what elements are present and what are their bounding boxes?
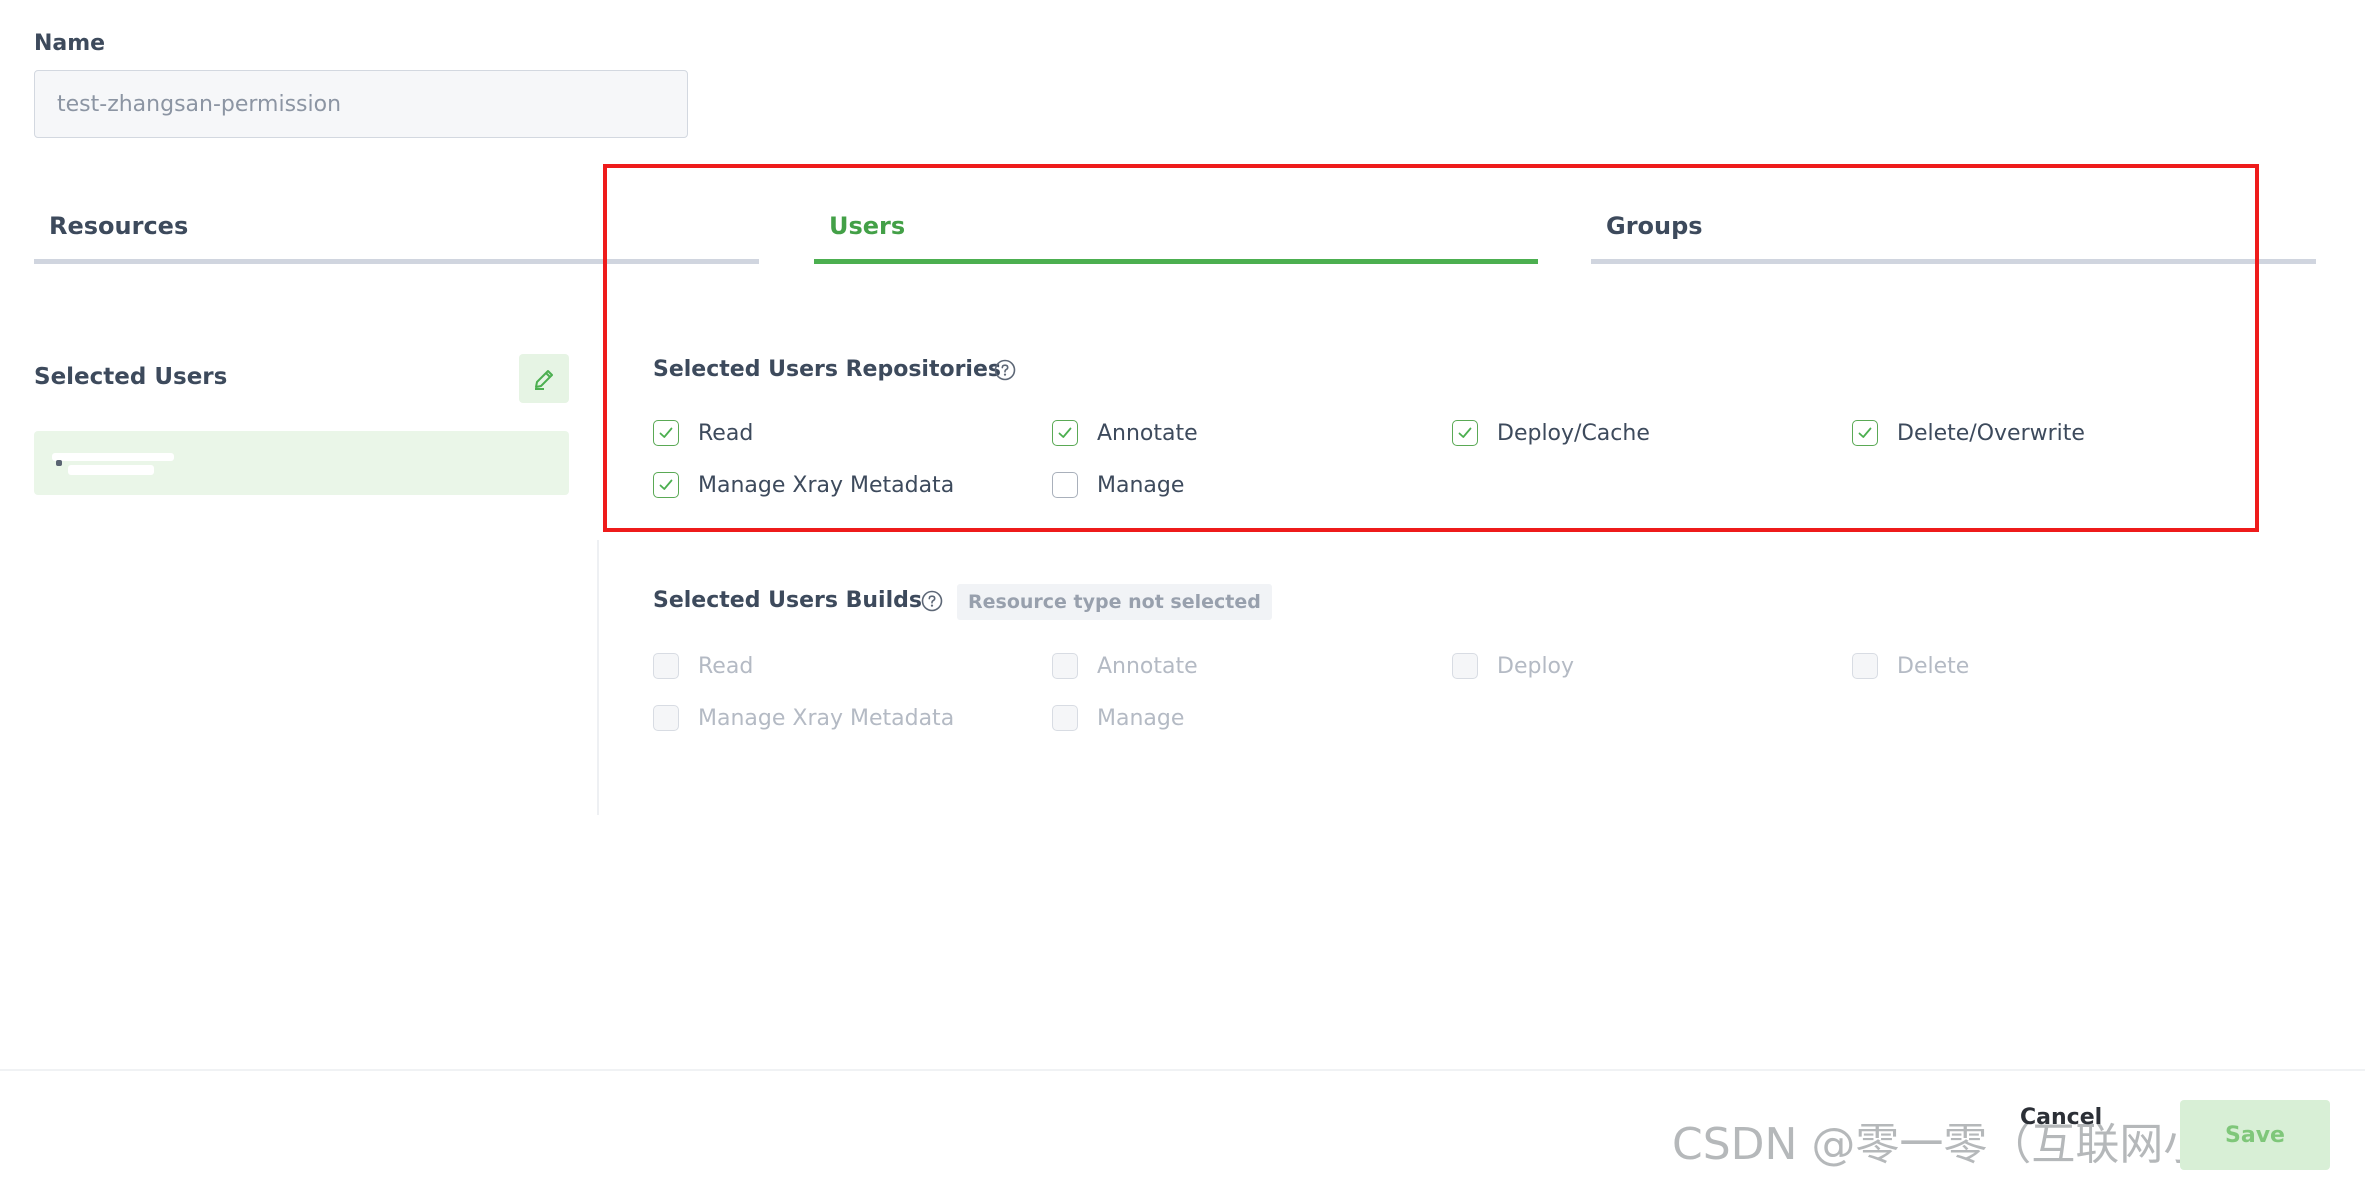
- checkbox-box: [1852, 653, 1878, 679]
- repo-permission-checkbox[interactable]: Manage: [1052, 472, 1184, 498]
- checkbox-box: [1052, 472, 1078, 498]
- tab-users-label: Users: [829, 212, 906, 240]
- tab-resources-label: Resources: [49, 212, 189, 240]
- edit-users-button[interactable]: [519, 354, 569, 403]
- tab-resources[interactable]: Resources: [34, 190, 759, 264]
- repo-permission-checkbox-label: Manage: [1097, 472, 1185, 498]
- tab-users[interactable]: Users: [814, 190, 1538, 264]
- build-permission-checkbox-label: Deploy: [1497, 653, 1575, 679]
- selected-users-title: Selected Users: [34, 364, 228, 390]
- repo-permission-checkbox[interactable]: Read: [653, 420, 753, 446]
- save-button[interactable]: Save: [2180, 1100, 2330, 1170]
- checkbox-box: [1452, 653, 1478, 679]
- repo-permission-checkbox[interactable]: Manage Xray Metadata: [653, 472, 954, 498]
- cancel-button[interactable]: Cancel: [2020, 1105, 2102, 1130]
- pencil-icon: [535, 369, 553, 390]
- repo-permission-checkbox[interactable]: Deploy/Cache: [1452, 420, 1650, 446]
- build-permission-checkbox-label: Delete: [1897, 653, 1970, 679]
- repo-permission-checkbox[interactable]: Delete/Overwrite: [1852, 420, 2085, 446]
- build-permission-checkbox: Manage: [1052, 705, 1184, 731]
- checkmark-icon: [1852, 420, 1878, 446]
- build-permission-checkbox-label: Annotate: [1097, 653, 1198, 679]
- checkbox-box: [1052, 705, 1078, 731]
- build-permission-checkbox: Read: [653, 653, 753, 679]
- repo-permission-checkbox-label: Annotate: [1097, 420, 1198, 446]
- redacted-user-name: [52, 453, 174, 461]
- vertical-divider: [597, 540, 599, 815]
- builds-title: Selected Users Builds: [653, 588, 922, 613]
- checkmark-icon: [1052, 420, 1078, 446]
- redacted-mark: [56, 460, 62, 466]
- checkbox-box: [653, 653, 679, 679]
- build-permission-checkbox-label: Manage Xray Metadata: [698, 705, 955, 731]
- repositories-title: Selected Users Repositories: [653, 357, 1001, 382]
- repo-permission-checkbox-label: Read: [698, 420, 754, 446]
- name-label: Name: [34, 31, 106, 56]
- repo-permission-checkbox-label: Manage Xray Metadata: [698, 472, 955, 498]
- name-input[interactable]: [34, 70, 688, 138]
- tab-groups-label: Groups: [1606, 212, 1703, 240]
- repo-permission-checkbox-label: Delete/Overwrite: [1897, 420, 2085, 446]
- tab-groups[interactable]: Groups: [1591, 190, 2316, 264]
- question-circle-icon[interactable]: [921, 590, 943, 612]
- build-permission-checkbox: Annotate: [1052, 653, 1198, 679]
- question-circle-icon[interactable]: [994, 359, 1016, 381]
- selected-user-item[interactable]: [34, 431, 569, 495]
- build-permission-checkbox-label: Manage: [1097, 705, 1185, 731]
- checkmark-icon: [653, 472, 679, 498]
- redacted-user-name-line: [68, 465, 154, 475]
- repo-permission-checkbox[interactable]: Annotate: [1052, 420, 1198, 446]
- checkmark-icon: [653, 420, 679, 446]
- build-permission-checkbox: Manage Xray Metadata: [653, 705, 954, 731]
- checkbox-box: [1052, 653, 1078, 679]
- repo-permission-checkbox-label: Deploy/Cache: [1497, 420, 1650, 446]
- checkbox-box: [653, 705, 679, 731]
- build-permission-checkbox: Deploy: [1452, 653, 1574, 679]
- resource-type-badge: Resource type not selected: [957, 584, 1272, 620]
- build-permission-checkbox: Delete: [1852, 653, 1969, 679]
- build-permission-checkbox-label: Read: [698, 653, 754, 679]
- checkmark-icon: [1452, 420, 1478, 446]
- footer-divider: [0, 1069, 2365, 1071]
